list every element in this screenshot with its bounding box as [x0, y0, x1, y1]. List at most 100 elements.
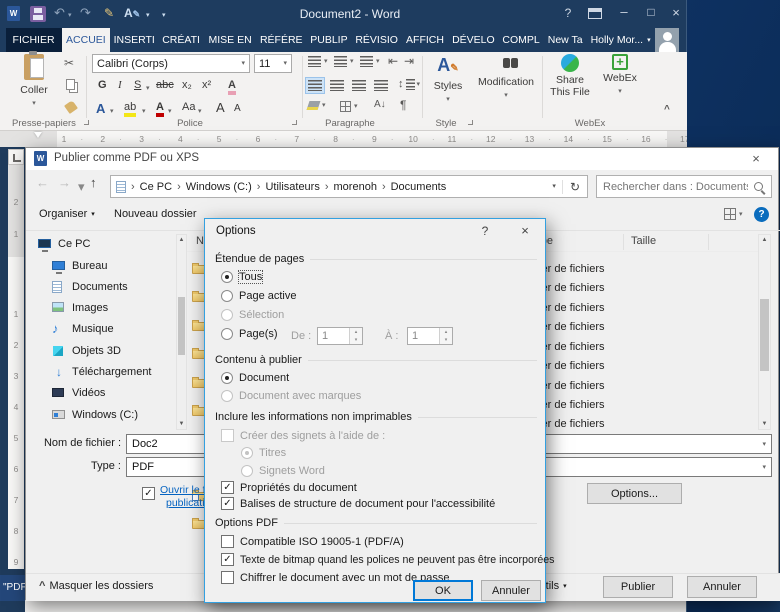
text-effects-button[interactable]: A	[96, 101, 105, 116]
editing-button[interactable]: Modification ▾	[474, 54, 538, 118]
share-file-button[interactable]: Share This File	[546, 54, 594, 118]
tab-new-tab[interactable]: New Ta	[544, 28, 587, 52]
cut-icon[interactable]: ✂	[64, 56, 74, 70]
paste-button[interactable]: Coller ▾	[10, 51, 58, 118]
spin-up-icon[interactable]: ▴	[439, 328, 452, 336]
styles-button[interactable]: A✎ Styles ▾	[426, 54, 470, 118]
strikethrough-button[interactable]: abc	[156, 79, 174, 91]
sidebar-item-images[interactable]: Images	[52, 302, 108, 314]
checkbox-proprietes[interactable]: ✓ Propriétés du document	[221, 481, 357, 494]
column-header-size[interactable]: Taille	[631, 235, 656, 247]
open-after-checkbox[interactable]: ✓	[142, 487, 155, 500]
borders-button[interactable]: ▾	[340, 101, 358, 112]
line-spacing-button[interactable]: ↕ ▾	[398, 78, 420, 90]
breadcrumb-ce-pc[interactable]: Ce PC	[135, 181, 177, 193]
radio-page-active[interactable]: Page active	[221, 290, 296, 302]
sidebar-scrollbar[interactable]: ▲ ▼	[176, 234, 187, 430]
shrink-font-button[interactable]: A	[234, 103, 241, 114]
collapse-ribbon-icon[interactable]: ^	[664, 104, 670, 115]
ribbon-display-options-icon[interactable]	[588, 8, 602, 19]
tab-complements[interactable]: COMPL	[498, 28, 543, 52]
font-color-dropdown-icon[interactable]: ▾	[168, 108, 172, 115]
breadcrumb-documents[interactable]: Documents	[386, 181, 452, 193]
publish-button[interactable]: Publier	[603, 576, 673, 598]
close-button[interactable]: ×	[666, 5, 686, 20]
checkbox-iso[interactable]: Compatible ISO 19005-1 (PDF/A)	[221, 535, 404, 548]
clipboard-dialog-launcher-icon[interactable]	[84, 120, 89, 125]
justify-button[interactable]	[374, 80, 388, 91]
editor-dropdown-icon[interactable]: ▾	[146, 12, 150, 19]
ribbon-help-icon[interactable]: ?	[558, 6, 578, 20]
tab-mise-en-page[interactable]: MISE EN	[204, 28, 256, 52]
hide-folders-button[interactable]: ^ Masquer les dossiers	[39, 580, 153, 592]
scrollbar-down-icon[interactable]: ▼	[759, 421, 770, 427]
account-menu[interactable]: Holly Mor... ▾	[587, 28, 655, 52]
tab-accueil[interactable]: ACCUEI	[61, 28, 111, 52]
nav-back-icon[interactable]: ←	[36, 175, 49, 190]
highlight-dropdown-icon[interactable]: ▾	[142, 108, 146, 115]
numbering-button[interactable]: ▾	[334, 56, 354, 67]
copy-icon[interactable]	[66, 79, 75, 90]
minimize-button[interactable]: –	[614, 4, 634, 19]
underline-dropdown-icon[interactable]: ▾	[146, 85, 150, 92]
increase-indent-icon[interactable]: ⇥	[404, 54, 414, 68]
checkbox-balises[interactable]: ✓ Balises de structure de document pour …	[221, 497, 495, 510]
nav-up-icon[interactable]: ↑	[90, 175, 97, 190]
breadcrumb-morenoh[interactable]: morenoh	[329, 181, 382, 193]
scrollbar-up-icon[interactable]: ▲	[759, 237, 770, 243]
radio-tous[interactable]: Tous	[221, 270, 264, 284]
style-dialog-launcher-icon[interactable]	[468, 120, 473, 125]
cancel-button[interactable]: Annuler	[687, 576, 757, 598]
align-center-button[interactable]	[330, 80, 344, 91]
options-cancel-button[interactable]: Annuler	[481, 580, 541, 601]
sidebar-item-objets-3d[interactable]: Objets 3D	[52, 345, 121, 357]
bullets-button[interactable]: ▾	[308, 56, 328, 67]
radio-pages[interactable]: Page(s)	[221, 328, 278, 340]
font-name-combo[interactable]: Calibri (Corps) ▾	[92, 54, 250, 73]
font-color-button[interactable]: A	[156, 101, 164, 117]
organize-button[interactable]: Organiser ▾	[39, 208, 95, 220]
tab-publipostage[interactable]: PUBLIP	[306, 28, 351, 52]
grow-font-button[interactable]: A	[216, 100, 225, 115]
scrollbar-down-icon[interactable]: ▼	[177, 421, 186, 427]
format-painter-icon[interactable]	[64, 100, 78, 114]
maximize-button[interactable]: □	[641, 5, 661, 19]
decrease-indent-icon[interactable]: ⇤	[388, 54, 398, 68]
options-button[interactable]: Options...	[587, 483, 682, 504]
tab-fichier[interactable]: FICHIER	[5, 28, 62, 52]
align-right-button[interactable]	[352, 80, 366, 91]
clear-formatting-button[interactable]: A	[228, 79, 236, 95]
options-help-icon[interactable]: ?	[473, 224, 497, 238]
undo-dropdown-icon[interactable]: ▾	[68, 12, 72, 19]
tab-affichage[interactable]: AFFICH	[402, 28, 449, 52]
sidebar-item-ce-pc[interactable]: Ce PC	[38, 238, 90, 250]
subscript-button[interactable]: x₂	[182, 79, 192, 91]
tab-revision[interactable]: RÉVISIO	[352, 28, 402, 52]
redo-icon[interactable]: ↷	[80, 5, 91, 21]
sidebar-item-videos[interactable]: Vidéos	[52, 387, 105, 399]
search-input[interactable]	[597, 180, 754, 193]
indent-marker[interactable]	[34, 132, 42, 138]
bold-button[interactable]: G	[98, 79, 107, 91]
sidebar-item-bureau[interactable]: Bureau	[52, 260, 107, 272]
text-effects-dropdown-icon[interactable]: ▾	[110, 108, 114, 115]
pilcrow-icon[interactable]: ¶	[400, 98, 406, 112]
tab-creation[interactable]: CRÉATI	[158, 28, 204, 52]
address-dropdown-icon[interactable]: ▾	[552, 183, 556, 190]
nav-history-dropdown-icon[interactable]: ▾	[78, 180, 85, 193]
address-bar[interactable]: › Ce PC › Windows (C:) › Utilisateurs › …	[110, 175, 588, 198]
font-dialog-launcher-icon[interactable]	[292, 120, 297, 125]
editor-icon[interactable]: A✎	[124, 6, 140, 20]
search-box[interactable]	[596, 175, 772, 198]
view-options-button[interactable]: ▾	[724, 208, 743, 220]
change-case-button[interactable]: Aa	[182, 101, 195, 113]
breadcrumb-windows-c[interactable]: Windows (C:)	[181, 181, 257, 193]
nav-forward-icon[interactable]: →	[58, 175, 71, 190]
align-left-button[interactable]	[305, 77, 325, 94]
spin-down-icon[interactable]: ▾	[349, 336, 362, 344]
font-size-combo[interactable]: 11 ▾	[254, 54, 292, 73]
tab-insertion[interactable]: INSERTI	[110, 28, 158, 52]
superscript-button[interactable]: x²	[202, 79, 211, 91]
change-case-dropdown-icon[interactable]: ▾	[198, 108, 202, 115]
italic-button[interactable]: I	[118, 79, 122, 91]
